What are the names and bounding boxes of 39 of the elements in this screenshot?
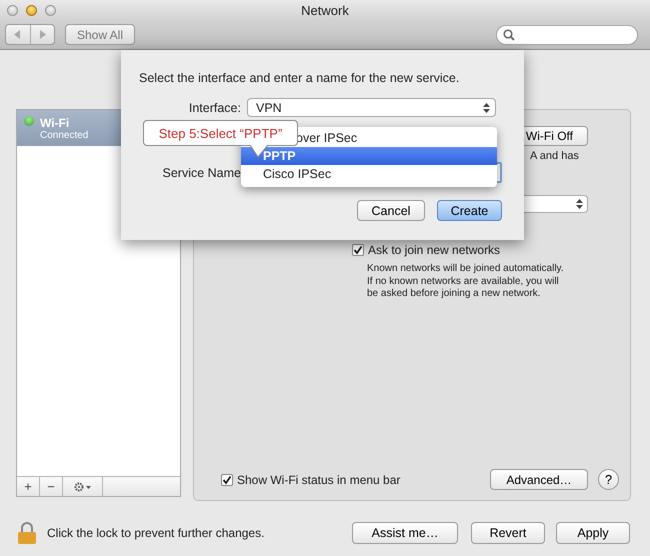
lock-icon[interactable]	[17, 522, 37, 544]
help-button[interactable]: ?	[598, 469, 619, 490]
back-forward-control[interactable]	[5, 24, 55, 45]
cancel-button[interactable]: Cancel	[357, 200, 425, 221]
zoom-button[interactable]	[45, 4, 56, 16]
close-button[interactable]	[7, 4, 18, 16]
advanced-button[interactable]: Advanced…	[490, 469, 588, 490]
window-title: Network	[301, 2, 349, 18]
service-status: Connected	[40, 130, 88, 140]
help-text: Known networks will be joined automatically. If no known networks are available, you will be asked before joining a new network.	[367, 263, 565, 300]
checkbox-label: Show Wi-Fi status in menu bar	[237, 472, 400, 486]
minimize-button[interactable]	[26, 4, 37, 16]
back-icon	[14, 30, 22, 39]
stepper-arrows-icon	[483, 102, 490, 112]
service-name: Wi-Fi	[40, 116, 70, 130]
interface-popup[interactable]: VPN	[247, 98, 496, 117]
stepper-arrows-icon	[576, 199, 583, 209]
menu-item[interactable]: Cisco IPSec	[241, 165, 497, 183]
remove-button[interactable]: −	[40, 477, 63, 496]
assist-button[interactable]: Assist me…	[352, 522, 458, 544]
menu-item[interactable]: PPTP	[241, 147, 497, 165]
create-button[interactable]: Create	[437, 200, 502, 221]
apply-button[interactable]: Apply	[556, 522, 630, 544]
search-field[interactable]	[496, 24, 638, 44]
sheet-prompt: Select the interface and enter a name for the new service.	[139, 71, 460, 85]
checkbox[interactable]	[221, 474, 233, 486]
status-text: A and has	[530, 150, 580, 162]
field-label: Interface:	[188, 100, 242, 114]
checkbox-label: Ask to join new networks	[368, 243, 500, 257]
add-button[interactable]: +	[17, 477, 40, 496]
forward-icon	[38, 30, 46, 39]
revert-button[interactable]: Revert	[471, 522, 545, 544]
status-dot	[24, 116, 34, 126]
search-icon	[503, 28, 515, 40]
show-all-button[interactable]: Show All	[65, 24, 135, 45]
lock-message: Click the lock to prevent further changes.	[47, 526, 264, 540]
field-label: Service Name	[162, 166, 242, 180]
gear-icon	[74, 482, 92, 492]
checkbox[interactable]	[352, 244, 364, 256]
